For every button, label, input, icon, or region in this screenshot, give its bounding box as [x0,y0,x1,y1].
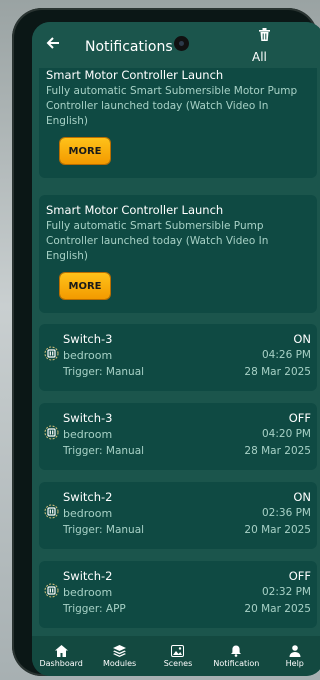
delete-all-button[interactable]: All [252,50,267,64]
bottom-navigation: Dashboard Modules Scenes Notification He… [32,636,320,676]
notification-date: 20 Mar 2025 [244,603,311,615]
notification-date: 20 Mar 2025 [244,524,311,536]
more-button[interactable]: MORE [60,138,110,164]
app-bar: Notifications All [32,22,320,68]
promo-title: Smart Motor Controller Launch [46,68,224,82]
more-button[interactable]: MORE [60,273,110,299]
phone-frame: Notifications All Smart Motor Controller… [12,8,320,676]
switch-icon [44,583,59,598]
notification-date: 28 Mar 2025 [244,445,311,457]
switch-state: ON [293,332,311,346]
nav-label: Help [285,658,304,668]
switch-location: bedroom [63,428,113,441]
switch-name: Switch-3 [63,411,113,425]
trigger-text: Trigger: Manual [63,524,145,536]
person-icon [289,644,301,657]
nav-label: Notification [213,658,260,668]
switch-icon [44,346,59,361]
home-icon [54,644,68,657]
nav-label: Modules [102,658,137,668]
switch-location: bedroom [63,586,113,599]
switch-name: Switch-2 [63,569,113,583]
trigger-text: Trigger: Manual [63,445,145,457]
nav-tab-help[interactable]: Help [267,644,320,668]
switch-state: ON [293,490,311,504]
switch-notification[interactable]: Switch-3 OFF bedroom 04:20 PM Trigger: M… [39,403,317,470]
nav-tab-modules[interactable]: Modules [92,644,148,668]
delete-icon[interactable] [254,28,274,41]
notification-time: 02:32 PM [262,586,311,598]
nav-tab-scenes[interactable]: Scenes [150,644,206,668]
notification-time: 02:36 PM [262,507,311,519]
switch-location: bedroom [63,507,113,520]
trigger-text: Trigger: Manual [63,366,145,378]
promo-title: Smart Motor Controller Launch [46,203,224,217]
nav-tab-notification[interactable]: Notification [208,645,264,668]
notification-list[interactable]: Smart Motor Controller Launch Fully auto… [32,68,320,636]
front-camera [174,36,189,51]
notification-time: 04:20 PM [262,428,311,440]
switch-notification[interactable]: Switch-3 ON bedroom 04:26 PM Trigger: Ma… [39,324,317,391]
switch-notification[interactable]: Switch-2 ON bedroom 02:36 PM Trigger: Ma… [39,482,317,549]
trigger-text: Trigger: APP [63,603,126,615]
nav-label: Dashboard [39,658,83,668]
switch-notification[interactable]: Switch-2 OFF bedroom 02:32 PM Trigger: A… [39,561,317,628]
bell-icon [231,645,242,657]
switch-icon [44,504,59,519]
switch-name: Switch-2 [63,490,113,504]
nav-tab-dashboard[interactable]: Dashboard [33,644,89,668]
back-arrow-icon[interactable] [46,36,60,54]
notification-date: 28 Mar 2025 [244,366,311,378]
image-icon [171,644,185,657]
switch-location: bedroom [63,349,113,362]
notification-time: 04:26 PM [262,349,311,361]
layers-icon [113,644,127,657]
promo-description: Fully automatic Smart Submersible Motor … [46,85,298,127]
switch-icon [44,425,59,440]
app-screen: Notifications All Smart Motor Controller… [32,22,320,676]
promo-card: Smart Motor Controller Launch Fully auto… [39,68,317,178]
switch-state: OFF [288,411,311,425]
page-title: Notifications [85,39,173,55]
promo-card: Smart Motor Controller Launch Fully auto… [39,195,317,313]
promo-description: Fully automatic Smart Submersible Pump C… [46,220,269,262]
switch-name: Switch-3 [63,332,113,346]
nav-label: Scenes [163,658,193,668]
switch-state: OFF [288,569,311,583]
